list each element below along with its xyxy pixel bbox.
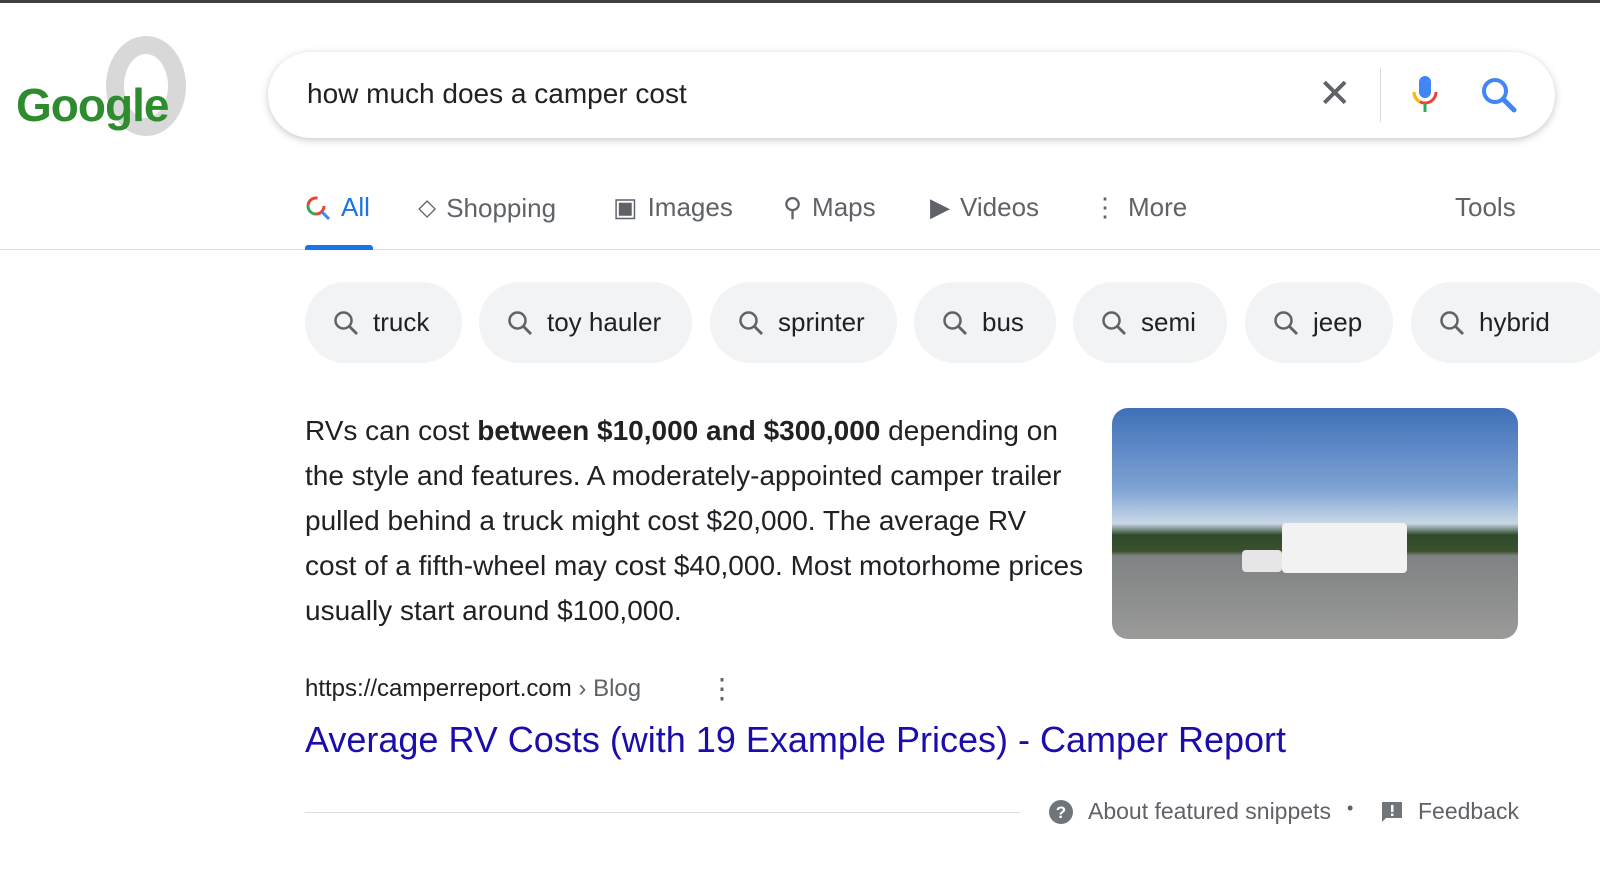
bullet-separator: • (1347, 798, 1354, 818)
more-options-icon[interactable]: ⋮ (708, 675, 736, 703)
tab-label: All (341, 192, 370, 222)
snippet-image-rv-trailer[interactable] (1112, 408, 1518, 639)
search-tabs: All ⬦ Shopping ▣ Images ⚲ Maps ▶ Videos ⋮ Mor… (0, 180, 1600, 250)
tab-label: Shopping (446, 192, 557, 223)
search-icon (1102, 310, 1126, 335)
footer-divider (305, 812, 1020, 813)
search-icon (943, 310, 967, 335)
search-icon (306, 196, 331, 220)
chip-label: jeep (1313, 307, 1363, 337)
play-icon: ▶ (930, 192, 950, 222)
search-icon (1440, 310, 1464, 335)
tab-label: Maps (812, 192, 876, 222)
chip-sprinter[interactable]: sprinter (710, 282, 897, 363)
about-featured-snippets-link[interactable]: ? About featured snippets (1048, 798, 1331, 825)
more-vert-icon: ⋮ (1092, 192, 1118, 222)
chip-bus[interactable]: bus (914, 282, 1056, 363)
search-icon[interactable] (1480, 76, 1518, 114)
feedback-label: Feedback (1418, 798, 1520, 824)
help-icon: ? (1049, 799, 1073, 824)
google-doodle-logo[interactable]: Google (14, 30, 214, 145)
divider (1380, 68, 1381, 122)
search-icon (739, 310, 763, 335)
chip-semi[interactable]: semi (1073, 282, 1227, 363)
search-box[interactable]: how much does a camper cost ✕ (268, 52, 1555, 138)
microphone-icon[interactable] (1410, 74, 1440, 114)
tab-all[interactable]: All (305, 192, 370, 223)
tab-maps[interactable]: ⚲ Maps (783, 192, 876, 223)
tab-images[interactable]: ▣ Images (613, 192, 733, 223)
svg-text:?: ? (1056, 803, 1066, 822)
result-title-link[interactable]: Average RV Costs (with 19 Example Prices… (305, 719, 1286, 761)
tab-label: Videos (960, 192, 1040, 222)
feedback-icon (1382, 801, 1402, 822)
tab-more[interactable]: ⋮ More (1092, 192, 1187, 223)
logo-text: Google (16, 79, 169, 131)
chip-label: sprinter (778, 307, 865, 337)
active-tab-indicator (305, 245, 373, 250)
chip-label: bus (982, 307, 1024, 337)
featured-snippet-text: RVs can cost between $10,000 and $300,00… (305, 415, 1084, 626)
chip-toy-hauler[interactable]: toy hauler (479, 282, 692, 363)
about-label: About featured snippets (1088, 798, 1331, 824)
chip-truck[interactable]: truck (305, 282, 462, 363)
tools-button[interactable]: Tools (1455, 192, 1516, 223)
result-url[interactable]: https://camperreport.com › Blog (305, 675, 641, 703)
chip-label: hybrid (1479, 307, 1550, 337)
map-pin-icon: ⚲ (783, 192, 803, 222)
tag-icon: ⬦ (418, 192, 437, 222)
image-icon: ▣ (613, 192, 638, 222)
search-input[interactable]: how much does a camper cost (307, 78, 687, 110)
tab-label: Images (647, 192, 733, 222)
tab-videos[interactable]: ▶ Videos (930, 192, 1039, 223)
chip-hybrid[interactable]: hybrid (1411, 282, 1600, 363)
tab-label: More (1128, 192, 1188, 222)
search-icon (334, 310, 358, 335)
chip-label: semi (1141, 307, 1196, 337)
search-icon (508, 310, 532, 335)
chip-label: toy hauler (547, 307, 662, 337)
chip-jeep[interactable]: jeep (1245, 282, 1393, 363)
feedback-link[interactable]: Feedback (1380, 798, 1519, 825)
window-top-border (0, 0, 1600, 3)
tab-shopping[interactable]: ⬦ Shopping (418, 192, 556, 224)
chip-label: truck (373, 307, 430, 337)
clear-icon[interactable]: ✕ (1318, 74, 1352, 114)
search-icon (1274, 310, 1298, 335)
